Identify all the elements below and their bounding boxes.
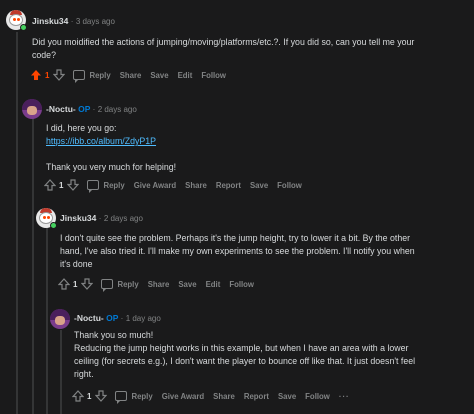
comment-time[interactable]: 1 day ago: [126, 314, 161, 323]
comment-body: I did, here you go: https://ibb.co/album…: [46, 123, 177, 172]
comment-author[interactable]: Jinsku34: [60, 213, 96, 223]
reply-button[interactable]: Reply: [103, 181, 124, 190]
avatar[interactable]: [50, 309, 70, 329]
more-options-icon[interactable]: ···: [339, 392, 350, 401]
comment-author[interactable]: Jinsku34: [32, 16, 68, 26]
save-button[interactable]: Save: [250, 181, 268, 190]
follow-button[interactable]: Follow: [201, 71, 226, 80]
upvote-arrow-icon[interactable]: [58, 278, 70, 290]
avatar[interactable]: [22, 99, 42, 119]
report-button[interactable]: Report: [216, 181, 241, 190]
separator: ·: [92, 105, 96, 114]
share-button[interactable]: Share: [120, 71, 142, 80]
thread-line[interactable]: [32, 115, 34, 414]
online-dot-icon: [20, 24, 27, 31]
save-button[interactable]: Save: [150, 71, 168, 80]
op-badge: OP: [78, 104, 91, 114]
vote-count: 1: [87, 391, 92, 401]
upvote-arrow-icon[interactable]: [44, 179, 56, 191]
thread-line[interactable]: [60, 330, 62, 414]
comment-bubble-icon[interactable]: [73, 70, 86, 83]
edit-button[interactable]: Edit: [178, 71, 193, 80]
upvote-arrow-icon[interactable]: [72, 390, 84, 402]
give-award-button[interactable]: Give Award: [134, 181, 176, 190]
save-button[interactable]: Save: [278, 392, 296, 401]
share-button[interactable]: Share: [185, 181, 207, 190]
comment-actions: 1 Reply Give Award Share Report Save Fol…: [44, 179, 311, 193]
downvote-arrow-icon[interactable]: [53, 69, 66, 81]
comment-author[interactable]: -Noctu-: [46, 104, 76, 114]
thread-line[interactable]: [16, 32, 18, 414]
comment-actions: 1 Reply Give Award Share Report Save Fol…: [72, 390, 359, 404]
vote-count: 1: [45, 70, 50, 80]
save-button[interactable]: Save: [178, 280, 196, 289]
reply-button[interactable]: Reply: [117, 280, 138, 289]
reply-button[interactable]: Reply: [131, 392, 152, 401]
comment-time[interactable]: 2 days ago: [104, 214, 143, 223]
separator: ·: [70, 17, 74, 26]
album-link[interactable]: https://ibb.co/album/ZdyP1P: [46, 136, 156, 146]
follow-button[interactable]: Follow: [305, 392, 330, 401]
comment-author[interactable]: -Noctu-: [74, 313, 104, 323]
follow-button[interactable]: Follow: [277, 181, 302, 190]
comment-bubble-icon[interactable]: [87, 180, 100, 193]
share-button[interactable]: Share: [148, 280, 170, 289]
downvote-arrow-icon[interactable]: [67, 179, 80, 191]
give-award-button[interactable]: Give Award: [162, 392, 204, 401]
vote-count: 1: [73, 279, 78, 289]
separator: ·: [98, 214, 102, 223]
comment-body: Did you moidified the actions of jumping…: [32, 37, 415, 60]
comment-bubble-icon[interactable]: [115, 391, 128, 404]
comment-time[interactable]: 2 days ago: [98, 105, 137, 114]
online-dot-icon: [50, 222, 57, 229]
report-button[interactable]: Report: [244, 392, 269, 401]
vote-count: 1: [59, 180, 64, 190]
comment-actions: 1 Reply Share Save Edit Follow: [30, 69, 235, 83]
share-button[interactable]: Share: [213, 392, 235, 401]
downvote-arrow-icon[interactable]: [81, 278, 94, 290]
follow-button[interactable]: Follow: [229, 280, 254, 289]
separator: ·: [120, 314, 124, 323]
downvote-arrow-icon[interactable]: [95, 390, 108, 402]
edit-button[interactable]: Edit: [206, 280, 221, 289]
op-badge: OP: [106, 313, 119, 323]
comment-body: Thank you so much! Reducing the jump hei…: [74, 330, 416, 379]
comment-time[interactable]: 3 days ago: [76, 17, 115, 26]
comment-actions: 1 Reply Share Save Edit Follow: [58, 278, 263, 292]
comment-bubble-icon[interactable]: [101, 279, 114, 292]
thread-line[interactable]: [46, 225, 48, 414]
upvote-arrow-icon[interactable]: [30, 69, 42, 81]
comment-body: I don't quite see the problem. Perhaps i…: [60, 233, 415, 269]
reply-button[interactable]: Reply: [89, 71, 110, 80]
